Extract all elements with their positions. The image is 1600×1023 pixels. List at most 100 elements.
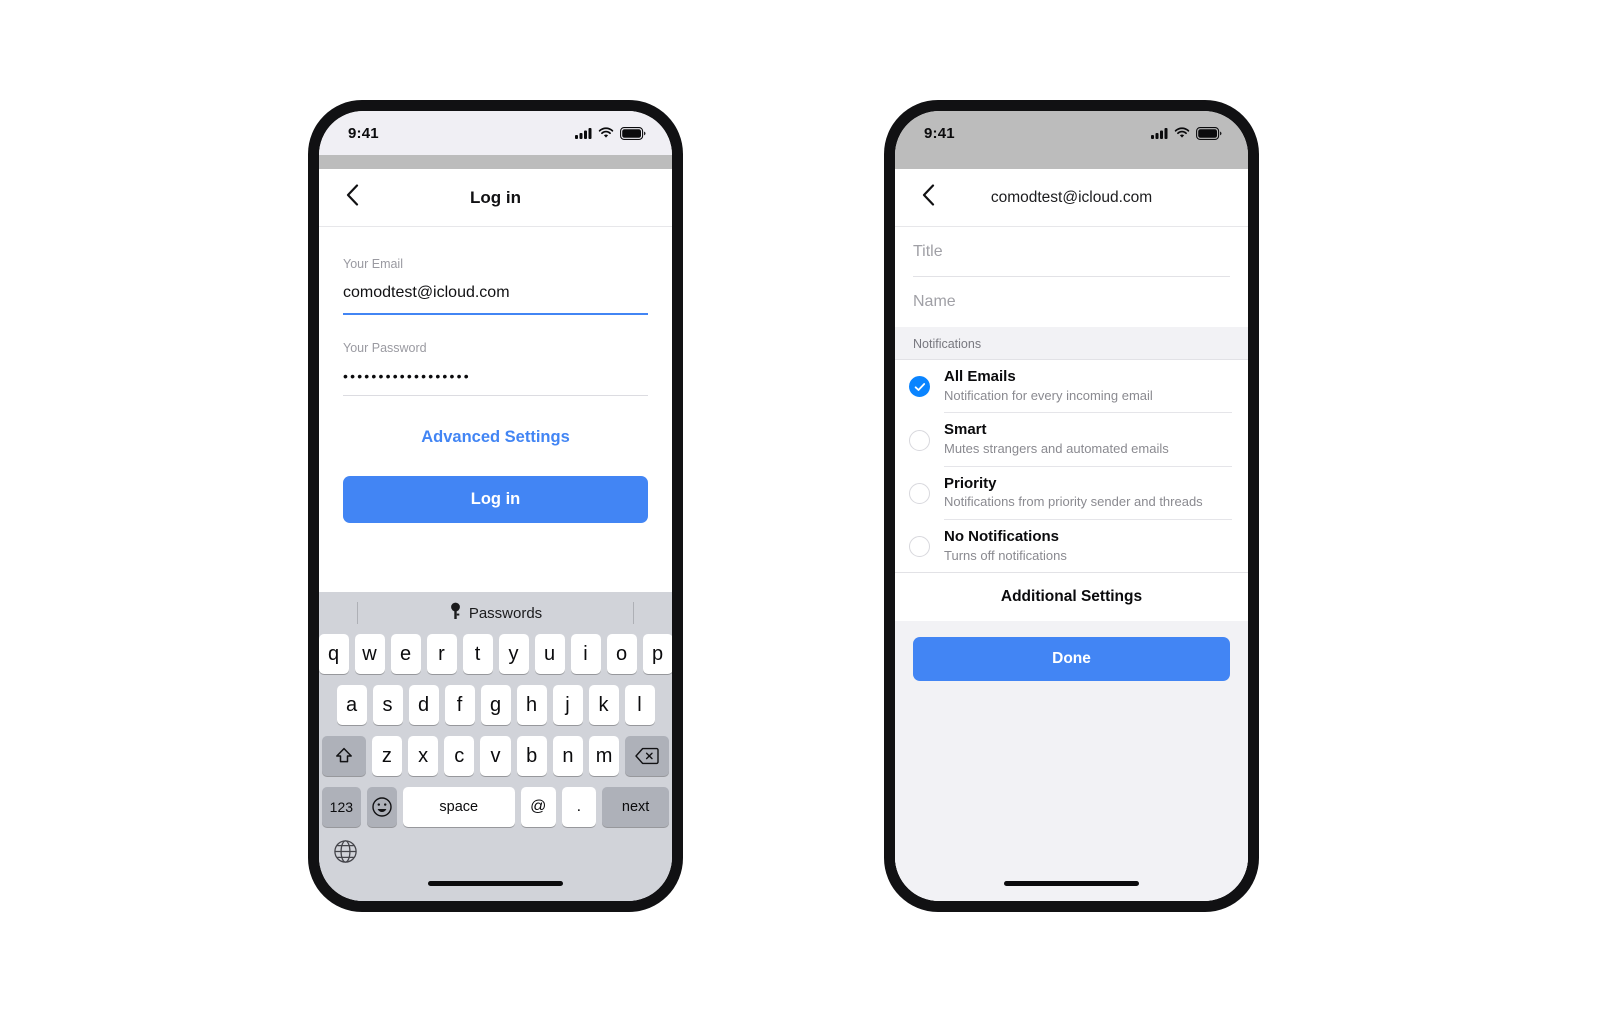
keyboard-row-1: q w e r t y u i o p [319, 634, 672, 674]
status-bar: 9:41 [319, 111, 672, 155]
radio-unselected-icon[interactable] [909, 482, 930, 504]
status-bar-icons [575, 126, 646, 140]
done-button-area: Done [895, 621, 1248, 682]
page-title: comodtest@icloud.com [990, 188, 1153, 206]
option-subtitle: Notification for every incoming email [944, 387, 1153, 403]
chevron-left-icon [922, 184, 935, 211]
key-s[interactable]: s [372, 685, 403, 725]
home-indicator-area [895, 875, 1248, 901]
additional-settings-button[interactable]: Additional Settings [895, 572, 1248, 622]
status-bar-time: 9:41 [924, 124, 955, 142]
form-spacer [319, 523, 672, 592]
radio-selected-icon[interactable] [909, 376, 930, 398]
option-all-emails[interactable]: All Emails Notification for every incomi… [895, 360, 1248, 414]
key-p[interactable]: p [642, 634, 672, 674]
advanced-settings-row: Advanced Settings [343, 402, 648, 449]
option-text: Priority Notifications from priority sen… [944, 467, 1232, 521]
back-button[interactable] [337, 183, 367, 213]
option-priority[interactable]: Priority Notifications from priority sen… [895, 467, 1248, 521]
home-indicator[interactable] [428, 881, 563, 886]
backspace-icon[interactable] [625, 736, 670, 776]
at-key[interactable]: @ [520, 787, 556, 827]
phone-screen-login: 9:41 Log in Your Email comodtest@icloud.… [319, 111, 672, 901]
option-no-notifications[interactable]: No Notifications Turns off notifications [895, 520, 1248, 572]
key-d[interactable]: d [408, 685, 439, 725]
login-button[interactable]: Log in [343, 476, 648, 523]
key-n[interactable]: n [552, 736, 584, 776]
key-r[interactable]: r [426, 634, 457, 674]
option-title: All Emails [944, 368, 1016, 385]
home-indicator-area [319, 875, 672, 901]
key-f[interactable]: f [444, 685, 475, 725]
key-icon [449, 602, 462, 625]
passwords-suggestion-label[interactable]: Passwords [469, 605, 542, 622]
key-a[interactable]: a [336, 685, 367, 725]
home-indicator[interactable] [1004, 881, 1139, 886]
email-input[interactable]: comodtest@icloud.com [343, 284, 648, 313]
status-bar-icons [1151, 126, 1222, 140]
key-q[interactable]: q [319, 634, 349, 674]
status-bar-time: 9:41 [348, 124, 379, 142]
key-z[interactable]: z [371, 736, 402, 776]
password-input[interactable]: •••••••••••••••••• [343, 368, 648, 395]
screenshot-canvas: 9:41 Log in Your Email comodtest@icloud.… [0, 0, 1600, 1023]
notification-options-list: All Emails Notification for every incomi… [895, 360, 1248, 573]
status-sub-band [319, 155, 672, 169]
option-title: Smart [944, 421, 987, 439]
back-button[interactable] [913, 183, 943, 213]
done-button[interactable]: Done [913, 637, 1230, 682]
key-e[interactable]: e [390, 634, 421, 674]
advanced-settings-link[interactable]: Advanced Settings [421, 428, 570, 446]
signal-bars-icon [575, 127, 592, 139]
key-x[interactable]: x [408, 736, 439, 776]
period-key[interactable]: . [561, 787, 597, 827]
option-title: Priority [944, 474, 997, 492]
key-g[interactable]: g [480, 685, 511, 725]
globe-icon[interactable] [333, 839, 358, 869]
shift-icon[interactable] [322, 736, 366, 776]
key-i[interactable]: i [570, 634, 601, 674]
key-t[interactable]: t [462, 634, 493, 674]
key-m[interactable]: m [589, 736, 620, 776]
option-text: No Notifications Turns off notifications [944, 520, 1232, 572]
settings-body: Title Name Notifications All Emails Noti… [895, 227, 1248, 901]
key-c[interactable]: c [444, 736, 475, 776]
account-fields: Title Name [895, 227, 1248, 327]
signal-bars-icon [1151, 127, 1168, 139]
numbers-key[interactable]: 123 [322, 787, 361, 827]
name-input[interactable]: Name [913, 277, 1230, 327]
space-key[interactable]: space [402, 787, 515, 827]
page-title: Log in [470, 187, 521, 207]
option-text: Smart Mutes strangers and automated emai… [944, 413, 1232, 467]
password-field-group: Your Password •••••••••••••••••• [343, 341, 648, 396]
key-v[interactable]: v [480, 736, 511, 776]
nav-bar-settings: comodtest@icloud.com [895, 169, 1248, 227]
emoji-icon[interactable] [366, 787, 397, 827]
wifi-icon [598, 127, 614, 139]
keyboard-suggestion-bar: Passwords [319, 592, 672, 634]
settings-spacer [895, 681, 1248, 875]
keyboard-row-3: z x c v b n m [319, 736, 672, 776]
radio-unselected-icon[interactable] [909, 535, 930, 557]
key-j[interactable]: j [552, 685, 583, 725]
login-form: Your Email comodtest@icloud.com Your Pas… [319, 227, 672, 523]
key-b[interactable]: b [516, 736, 547, 776]
title-input[interactable]: Title [913, 227, 1230, 277]
key-h[interactable]: h [516, 685, 547, 725]
phone-screen-settings: 9:41 comodtest@icloud.com Title Name Not… [895, 111, 1248, 901]
key-l[interactable]: l [624, 685, 655, 725]
phone-mockup-settings: 9:41 comodtest@icloud.com Title Name Not… [884, 100, 1259, 912]
next-key[interactable]: next [602, 787, 669, 827]
option-smart[interactable]: Smart Mutes strangers and automated emai… [895, 413, 1248, 467]
key-o[interactable]: o [606, 634, 637, 674]
key-w[interactable]: w [354, 634, 385, 674]
key-k[interactable]: k [588, 685, 619, 725]
key-u[interactable]: u [534, 634, 565, 674]
battery-icon [1196, 126, 1222, 140]
email-field-group: Your Email comodtest@icloud.com [343, 257, 648, 315]
email-underline-focused [343, 313, 648, 315]
key-y[interactable]: y [498, 634, 529, 674]
radio-unselected-icon[interactable] [909, 429, 930, 451]
suggestion-divider-left [357, 602, 358, 624]
notifications-section-header: Notifications [895, 327, 1248, 360]
